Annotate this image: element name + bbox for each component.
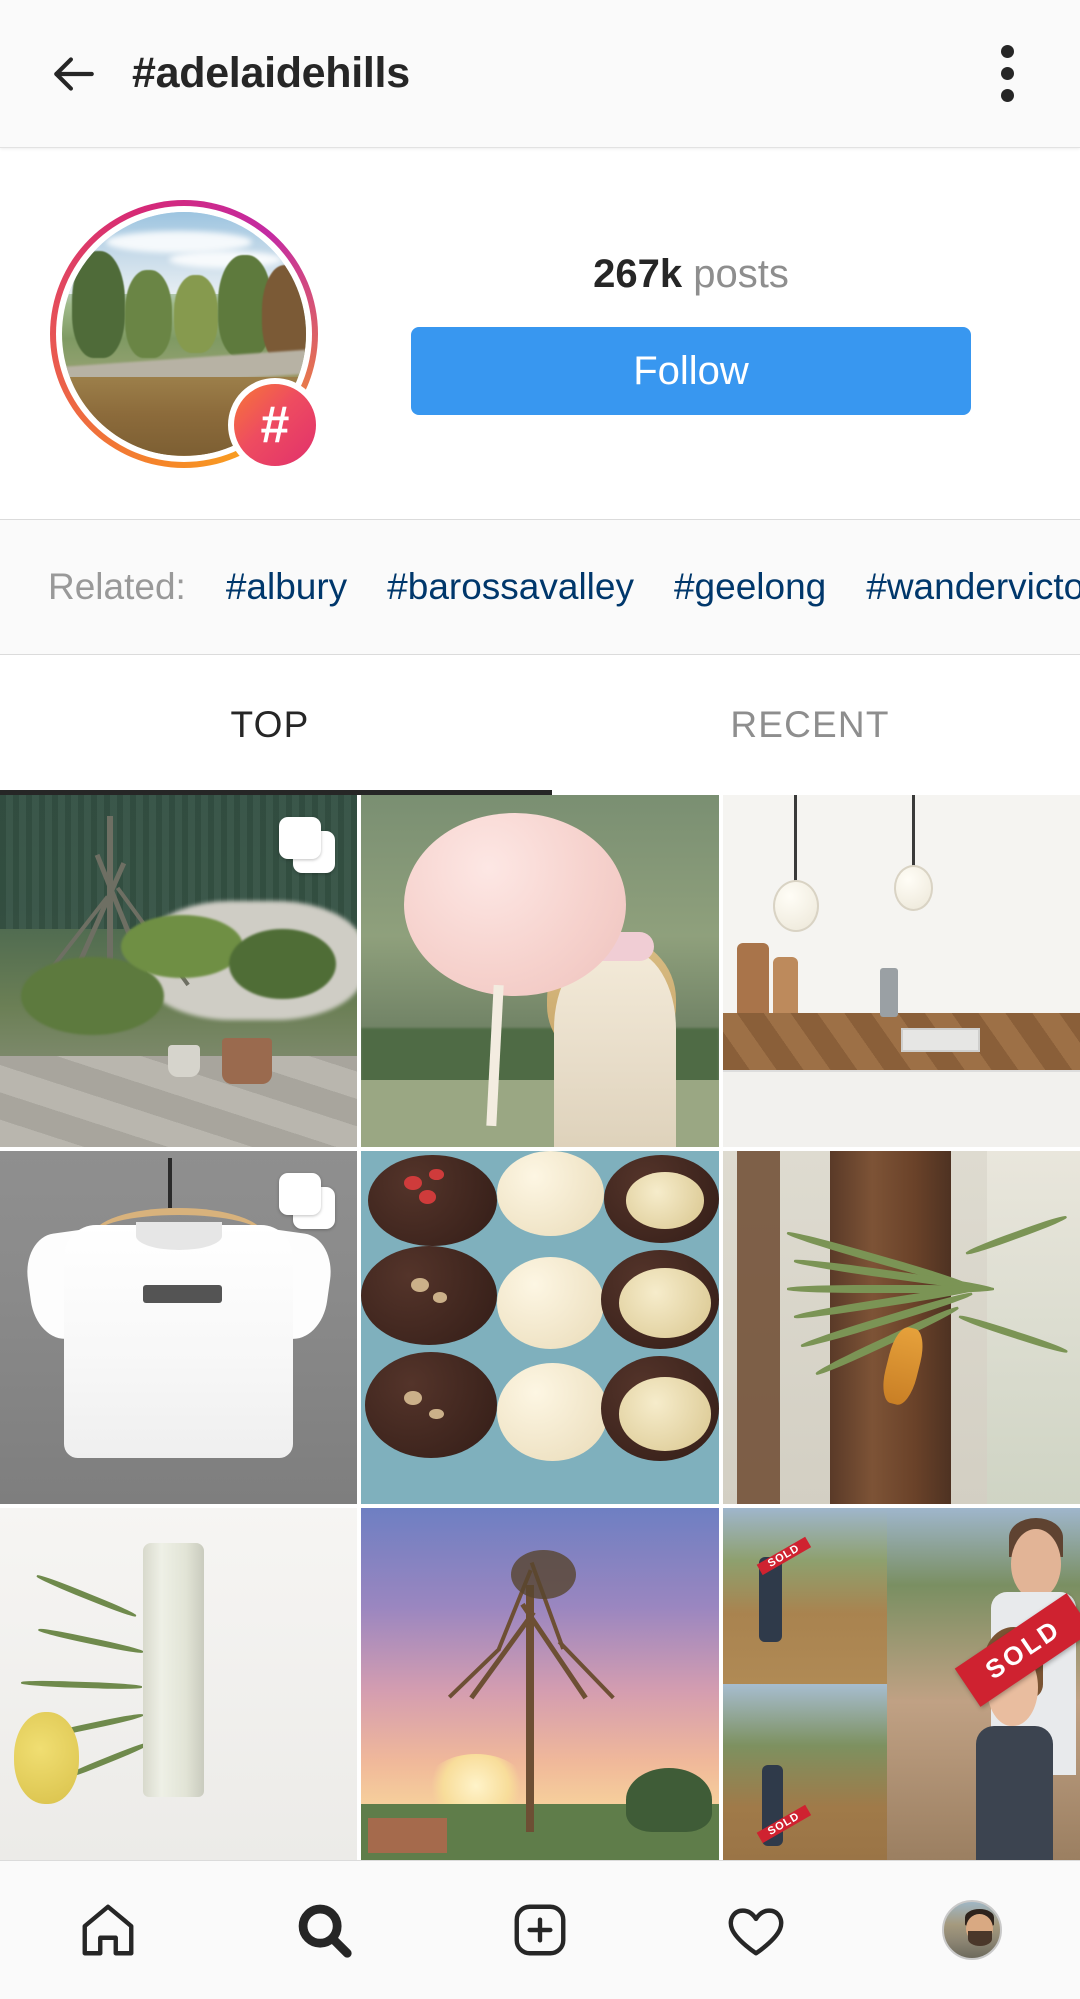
avatar[interactable]: # [50, 199, 322, 472]
hashtag-badge-icon: # [228, 377, 322, 472]
post-garden-tree[interactable] [0, 795, 358, 1148]
nav-activity[interactable] [648, 1899, 864, 1961]
follow-button[interactable]: Follow [411, 327, 971, 415]
related-hashtags-row[interactable]: Related: #albury #barossavalley #geelong… [0, 520, 1080, 655]
tab-top[interactable]: TOP [0, 655, 552, 795]
bottom-navigation [0, 1860, 1080, 1999]
related-tag-wandervictoria[interactable]: #wandervictoria [866, 566, 1080, 608]
nav-add[interactable] [432, 1899, 648, 1961]
feed-tabs: TOP RECENT [0, 655, 1080, 795]
back-arrow-icon[interactable] [36, 37, 110, 111]
posts-count-label: posts [693, 252, 789, 296]
carousel-icon [279, 1173, 336, 1230]
related-tag-geelong[interactable]: #geelong [674, 566, 826, 608]
app-header: #adelaidehills [0, 0, 1080, 148]
post-pink-balloon[interactable] [361, 795, 719, 1148]
heart-icon [728, 1908, 784, 1956]
nav-profile[interactable] [864, 1900, 1080, 1960]
instagram-hashtag-page: #adelaidehills # 267k posts Follow Relat… [0, 0, 1080, 1999]
page-title: #adelaidehills [132, 49, 410, 97]
more-options-icon[interactable] [970, 37, 1044, 111]
nav-search[interactable] [216, 1899, 432, 1961]
nav-home[interactable] [0, 1899, 216, 1961]
post-chocolate-cakes[interactable] [361, 1151, 719, 1504]
search-icon [298, 1904, 352, 1958]
post-ceramic-vase[interactable] [0, 1507, 358, 1860]
home-icon [82, 1904, 134, 1956]
tab-recent[interactable]: RECENT [540, 655, 1080, 795]
post-kitchen[interactable] [722, 795, 1080, 1148]
post-white-tshirt[interactable] [0, 1151, 358, 1504]
add-post-icon [514, 1904, 566, 1956]
avatar-icon [942, 1900, 1002, 1960]
post-grid: SOLD SOLD SOLD [0, 795, 1080, 1860]
profile-info: 267k posts Follow [350, 252, 1032, 415]
related-tag-albury[interactable]: #albury [226, 566, 347, 608]
posts-count: 267k posts [593, 252, 789, 297]
related-label: Related: [48, 566, 186, 607]
posts-count-value: 267k [593, 252, 683, 296]
hashtag-profile-section: # 267k posts Follow [0, 148, 1080, 520]
related-tag-barossavalley[interactable]: #barossavalley [387, 566, 634, 608]
post-sold-sign[interactable]: SOLD SOLD SOLD [722, 1507, 1080, 1860]
post-sunset-tree[interactable] [361, 1507, 719, 1860]
carousel-icon [279, 817, 336, 873]
post-banksia-branch[interactable] [722, 1151, 1080, 1504]
